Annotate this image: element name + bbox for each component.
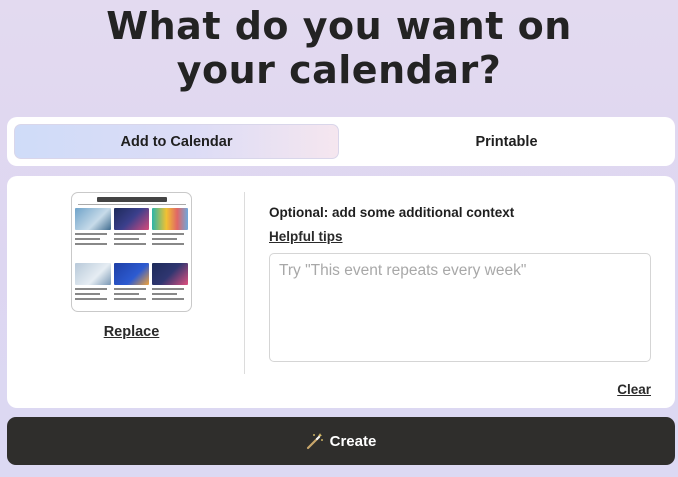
page-title-line-2: your calendar? [176, 48, 502, 92]
thumbnail-grid [75, 208, 188, 311]
context-input[interactable] [269, 253, 651, 362]
thumbnail-cell [113, 263, 150, 311]
thumbnail-cell [152, 208, 188, 260]
mode-tabs: Add to Calendar Printable [7, 117, 675, 166]
clear-link[interactable]: Clear [617, 382, 651, 397]
create-button-label: Create [329, 432, 377, 450]
uploaded-image-thumbnail[interactable] [71, 192, 192, 312]
page-title-line-1: What do you want on [106, 4, 572, 48]
magic-wand-icon [306, 433, 323, 450]
context-label: Optional: add some additional context [269, 205, 515, 220]
thumbnail-cell [152, 263, 188, 311]
thumbnail-heading [96, 197, 167, 202]
helpful-tips-link[interactable]: Helpful tips [269, 229, 343, 244]
page-title: What do you want on your calendar? [0, 4, 678, 92]
context-form: Optional: add some additional context He… [269, 176, 651, 408]
create-button[interactable]: Create [7, 417, 675, 465]
thumbnail-cell [75, 263, 111, 311]
replace-image-link[interactable]: Replace [7, 324, 256, 340]
context-panel: Replace Optional: add some additional co… [7, 176, 675, 408]
column-divider [244, 192, 245, 374]
thumbnail-cell [75, 208, 111, 260]
thumbnail-rule [77, 204, 186, 205]
tab-add-to-calendar[interactable]: Add to Calendar [14, 124, 339, 159]
tab-printable[interactable]: Printable [345, 124, 668, 159]
thumbnail-cell [113, 208, 150, 260]
